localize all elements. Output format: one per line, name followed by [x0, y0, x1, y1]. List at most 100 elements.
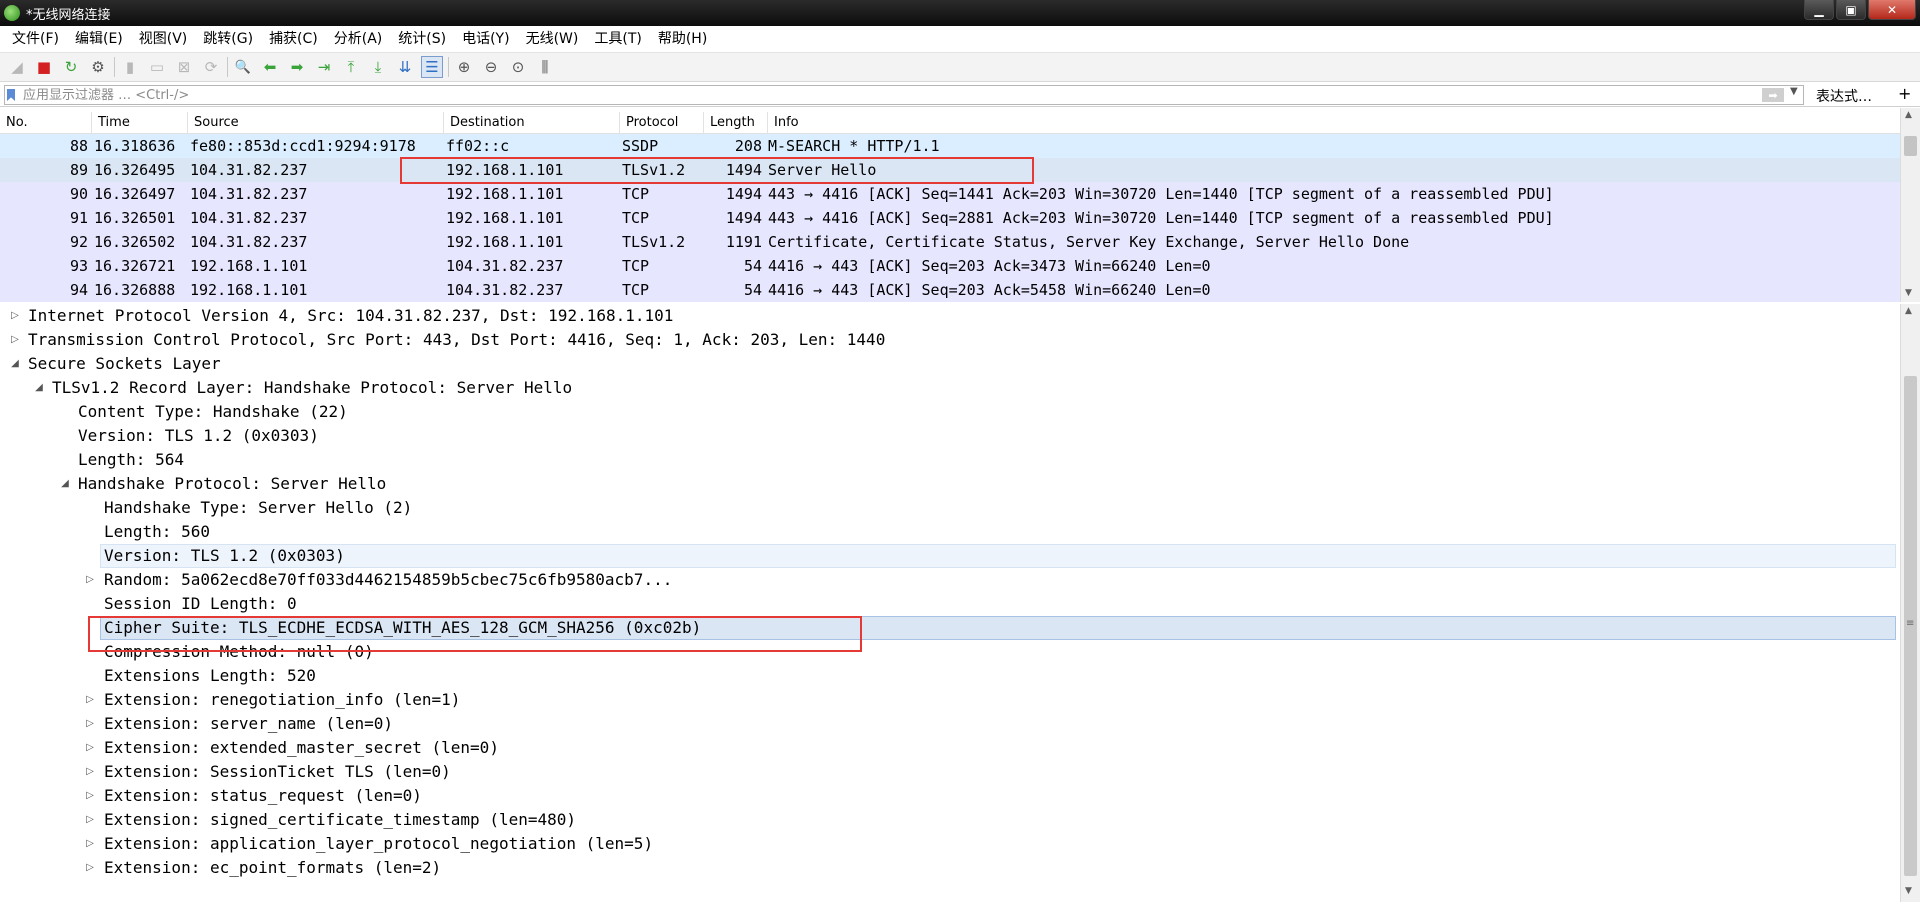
go-back-icon[interactable]: ⬅ [259, 56, 281, 78]
tree-item-extension[interactable]: Extension: extended_master_secret (len=0… [104, 736, 499, 760]
tree-item-cipher-suite[interactable]: Cipher Suite: TLS_ECDHE_ECDSA_WITH_AES_1… [100, 616, 1896, 640]
tree-item-extension[interactable]: Extension: application_layer_protocol_ne… [104, 832, 653, 856]
packet-row[interactable]: 93 16.326721 192.168.1.101 104.31.82.237… [0, 254, 1900, 278]
tree-item-extension[interactable]: Extension: renegotiation_info (len=1) [104, 688, 460, 712]
close-file-icon[interactable]: ⊠ [173, 56, 195, 78]
expand-arrow-icon[interactable]: ▷ [85, 718, 95, 729]
expand-arrow-icon[interactable]: ▷ [10, 334, 20, 345]
expand-arrow-icon[interactable]: ▷ [85, 694, 95, 705]
tree-item-extensions-length[interactable]: Extensions Length: 520 [104, 664, 316, 688]
restart-capture-icon[interactable]: ↻ [60, 56, 82, 78]
column-header-length[interactable]: Length [704, 112, 768, 134]
menu-wireless[interactable]: 无线(W) [518, 26, 587, 52]
tree-item-ipv4[interactable]: Internet Protocol Version 4, Src: 104.31… [28, 304, 673, 328]
tree-item-extension[interactable]: Extension: ec_point_formats (len=2) [104, 856, 441, 880]
menu-statistics[interactable]: 统计(S) [390, 26, 454, 52]
packet-source: 104.31.82.237 [190, 209, 308, 227]
open-file-icon[interactable]: ▮ [119, 56, 141, 78]
expand-arrow-icon[interactable]: ▷ [85, 790, 95, 801]
filter-expression-button[interactable]: 表达式… [1816, 86, 1872, 106]
tree-item-extension[interactable]: Extension: server_name (len=0) [104, 712, 393, 736]
tree-item-record-version[interactable]: Version: TLS 1.2 (0x0303) [78, 424, 319, 448]
column-header-protocol[interactable]: Protocol [620, 112, 704, 134]
tree-item-tcp[interactable]: Transmission Control Protocol, Src Port:… [28, 328, 885, 352]
collapse-arrow-icon[interactable]: ◢ [10, 358, 20, 369]
tree-item-extension[interactable]: Extension: status_request (len=0) [104, 784, 422, 808]
resize-columns-icon[interactable]: ⫼ [534, 56, 556, 78]
zoom-in-icon[interactable]: ⊕ [453, 56, 475, 78]
shark-fin-start-icon[interactable]: ◢ [6, 56, 28, 78]
capture-options-icon[interactable]: ⚙ [87, 56, 109, 78]
column-header-destination[interactable]: Destination [444, 112, 620, 134]
minimize-button[interactable]: ▁ [1804, 0, 1834, 20]
expand-arrow-icon[interactable]: ▷ [85, 838, 95, 849]
scroll-down-icon[interactable]: ▼ [1905, 886, 1912, 896]
details-scrollbar[interactable]: ▲ ≡ ▼ [1900, 304, 1920, 902]
packet-row[interactable]: 94 16.326888 192.168.1.101 104.31.82.237… [0, 278, 1900, 302]
menu-file[interactable]: 文件(F) [4, 26, 67, 52]
menu-telephony[interactable]: 电话(Y) [454, 26, 517, 52]
column-header-no[interactable]: No. [0, 112, 92, 134]
scroll-up-icon[interactable]: ▲ [1905, 110, 1912, 120]
filter-history-dropdown-icon[interactable]: ▼ [1790, 86, 1798, 97]
column-header-source[interactable]: Source [188, 112, 444, 134]
tree-item-compression-method[interactable]: Compression Method: null (0) [104, 640, 374, 664]
packet-row[interactable]: 90 16.326497 104.31.82.237 192.168.1.101… [0, 182, 1900, 206]
menu-view[interactable]: 视图(V) [131, 26, 196, 52]
expand-arrow-icon[interactable]: ▷ [85, 742, 95, 753]
save-file-icon[interactable]: ▭ [146, 56, 168, 78]
menu-help[interactable]: 帮助(H) [650, 26, 715, 52]
collapse-arrow-icon[interactable]: ◢ [60, 478, 70, 489]
maximize-button[interactable]: ▣ [1836, 0, 1866, 20]
tree-item-handshake-type[interactable]: Handshake Type: Server Hello (2) [104, 496, 412, 520]
expand-arrow-icon[interactable]: ▷ [85, 862, 95, 873]
go-forward-icon[interactable]: ➡ [286, 56, 308, 78]
expand-arrow-icon[interactable]: ▷ [85, 574, 95, 585]
tree-item-handshake-length[interactable]: Length: 560 [104, 520, 210, 544]
zoom-reset-icon[interactable]: ⊙ [507, 56, 529, 78]
close-button[interactable]: ✕ [1868, 0, 1916, 20]
zoom-out-icon[interactable]: ⊖ [480, 56, 502, 78]
tree-item-extension[interactable]: Extension: signed_certificate_timestamp … [104, 808, 576, 832]
menu-analyze[interactable]: 分析(A) [326, 26, 391, 52]
tree-item-content-type[interactable]: Content Type: Handshake (22) [78, 400, 348, 424]
tree-item-ssl[interactable]: Secure Sockets Layer [28, 352, 221, 376]
tree-item-extension[interactable]: Extension: SessionTicket TLS (len=0) [104, 760, 451, 784]
reload-file-icon[interactable]: ⟳ [200, 56, 222, 78]
apply-filter-icon[interactable]: ➡ [1762, 88, 1784, 102]
tree-item-session-id-length[interactable]: Session ID Length: 0 [104, 592, 297, 616]
go-last-icon[interactable]: ⤓ [367, 56, 389, 78]
tree-item-record-layer[interactable]: TLSv1.2 Record Layer: Handshake Protocol… [52, 376, 572, 400]
expand-arrow-icon[interactable]: ▷ [10, 310, 20, 321]
colorize-icon[interactable]: ☰ [421, 56, 443, 78]
packet-row-selected[interactable]: 89 16.326495 104.31.82.237 192.168.1.101… [0, 158, 1900, 182]
packet-list-scrollbar[interactable]: ▲ ▼ [1900, 108, 1920, 302]
auto-scroll-icon[interactable]: ⇊ [394, 56, 416, 78]
column-header-time[interactable]: Time [92, 112, 188, 134]
expand-arrow-icon[interactable]: ▷ [85, 814, 95, 825]
menu-capture[interactable]: 捕获(C) [261, 26, 326, 52]
tree-item-record-length[interactable]: Length: 564 [78, 448, 184, 472]
scroll-up-icon[interactable]: ▲ [1905, 306, 1912, 316]
packet-row[interactable]: 92 16.326502 104.31.82.237 192.168.1.101… [0, 230, 1900, 254]
go-first-icon[interactable]: ⤒ [340, 56, 362, 78]
stop-capture-icon[interactable]: ■ [33, 56, 55, 78]
tree-item-random[interactable]: Random: 5a062ecd8e70ff033d4462154859b5cb… [104, 568, 672, 592]
packet-time: 16.326721 [94, 257, 176, 275]
packet-row[interactable]: 88 16.318636 fe80::853d:ccd1:9294:9178 f… [0, 134, 1900, 158]
column-header-info[interactable]: Info [768, 112, 1898, 134]
packet-row[interactable]: 91 16.326501 104.31.82.237 192.168.1.101… [0, 206, 1900, 230]
add-filter-button[interactable]: + [1898, 84, 1911, 103]
scrollbar-thumb[interactable] [1904, 136, 1917, 156]
menu-tools[interactable]: 工具(T) [586, 26, 649, 52]
menu-edit[interactable]: 编辑(E) [67, 26, 131, 52]
scroll-down-icon[interactable]: ▼ [1905, 288, 1912, 298]
find-packet-icon[interactable]: 🔍 [232, 56, 254, 78]
tree-item-handshake-protocol[interactable]: Handshake Protocol: Server Hello [78, 472, 386, 496]
collapse-arrow-icon[interactable]: ◢ [34, 382, 44, 393]
tree-item-handshake-version[interactable]: Version: TLS 1.2 (0x0303) [100, 544, 1896, 568]
expand-arrow-icon[interactable]: ▷ [85, 766, 95, 777]
display-filter-input[interactable] [4, 85, 1804, 105]
go-to-packet-icon[interactable]: ⇥ [313, 56, 335, 78]
menu-go[interactable]: 跳转(G) [195, 26, 261, 52]
